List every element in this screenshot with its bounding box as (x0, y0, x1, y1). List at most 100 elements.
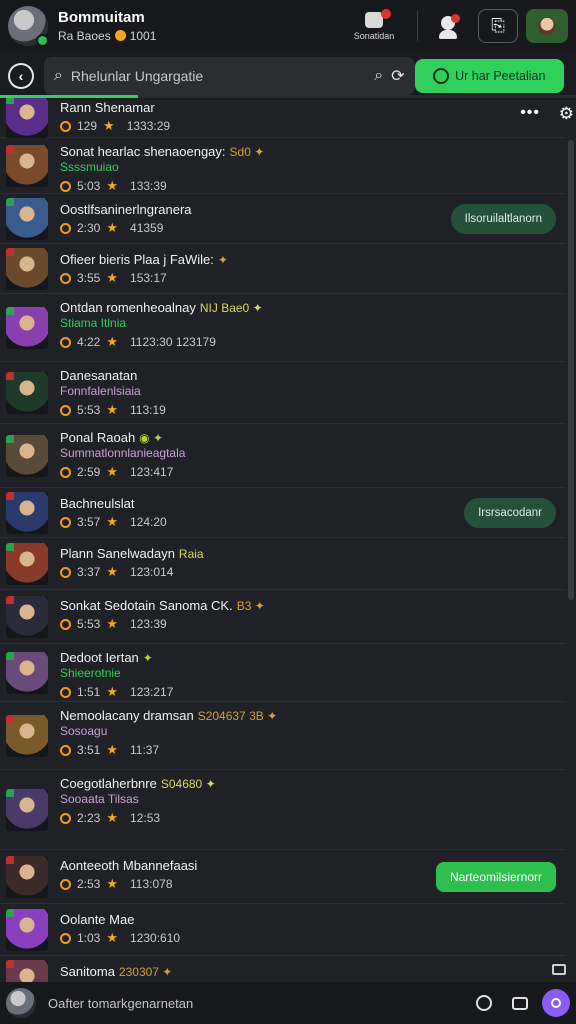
room-title: Plann Sanelwadayn Raia (60, 546, 204, 561)
room-title-text: Danesanatan (60, 368, 138, 383)
room-subtitle: Stiama Itlnia (60, 316, 127, 330)
room-row[interactable]: Rann Shenamar 129 ★ 1333:29 (0, 98, 566, 138)
room-row[interactable]: Danesanatan Fonnfalenlsiaia 5:53 ★ 113:19 (0, 362, 566, 424)
room-time: 41359 (130, 221, 164, 235)
room-title: Ofieer bieris Plaa j FaWile: ✦ (60, 252, 228, 267)
room-time: 113:078 (130, 877, 173, 891)
room-row[interactable]: Aonteeoth Mbannefaasi 2:53 ★ 113:078 Narteom… (0, 850, 566, 904)
players-icon (60, 744, 71, 756)
room-title-text: Sonkat Sedotain Sanoma CK. (60, 598, 233, 613)
room-title: Sonat hearlac shenaoengay: Sd0 ✦ (60, 144, 264, 159)
join-button[interactable]: Narteomilsiernorr (435, 862, 556, 892)
room-title-text: Oolante Mae (60, 912, 135, 927)
thumbnail-badge (6, 307, 14, 315)
room-tags: ✦ (217, 253, 228, 267)
room-thumbnail (6, 960, 48, 982)
room-thumbnail (6, 652, 48, 694)
players-icon (60, 932, 71, 944)
user-name: Bommuitam (58, 8, 145, 26)
room-title-text: Sonat hearlac shenaoengay: (60, 144, 226, 159)
star-icon: ★ (106, 514, 119, 529)
room-title-text: Ontdan romenheoalnay (60, 300, 196, 315)
room-thumbnail (6, 909, 48, 951)
room-row[interactable]: Coegotlaherbnre S04680 ✦ Sooaata Tilsas 2:2… (0, 770, 566, 850)
create-room-button[interactable]: Ur har Peetalian (414, 59, 564, 93)
thumbnail-badge (6, 789, 14, 797)
emoji-icon[interactable] (476, 995, 492, 1011)
room-title-text: Plann Sanelwadayn (60, 546, 175, 561)
join-button[interactable]: Irsrsacodanr (464, 498, 556, 528)
thumbnail-badge (6, 492, 14, 500)
user-info: Bommuitam Ra Baoes 1001 (58, 9, 156, 43)
room-tags: B3 ✦ (236, 599, 265, 613)
media-icon[interactable] (552, 964, 566, 975)
search-input[interactable] (70, 68, 367, 84)
star-icon: ★ (106, 616, 119, 631)
refresh-icon[interactable]: ⟳ (391, 66, 404, 86)
star-icon: ★ (106, 742, 119, 757)
room-stat: 5:53 (77, 403, 101, 417)
room-row[interactable]: Bachneulslat 3:57 ★ 124:20 Irsrsacodanr (0, 488, 566, 538)
thumbnail-badge (6, 543, 14, 551)
header-divider (417, 11, 418, 41)
players-icon (60, 222, 71, 234)
room-row[interactable]: Oostlfsaninerlngranera 2:30 ★ 41359 Ilsoruil… (0, 194, 566, 244)
star-icon: ★ (106, 930, 119, 945)
room-row[interactable]: Sonkat Sedotain Sanoma CK. B3 ✦ 5:53 ★ 123:3… (0, 590, 566, 644)
notifications-button[interactable]: Sonatidan (339, 4, 409, 48)
thumbnail-badge (6, 145, 14, 153)
room-stat: 3:57 (77, 515, 101, 529)
person-icon-body (439, 30, 457, 39)
room-row[interactable]: Oolante Mae 1:03 ★ 1230:610 (0, 904, 566, 956)
room-row[interactable]: Ponal Raoah ◉ ✦ Summatlonnlanieagtala 2:59 ★… (0, 424, 566, 488)
room-tags: ◉ ✦ (139, 431, 164, 445)
friends-button[interactable] (426, 8, 470, 44)
room-stats: 3:55 ★ 153:17 (60, 270, 167, 286)
composer-avatar (6, 988, 36, 1018)
profile-button[interactable] (526, 9, 568, 43)
room-row[interactable]: Ofieer bieris Plaa j FaWile: ✦ 3:55 ★ 153:17 (0, 244, 566, 294)
room-row[interactable]: Sonat hearlac shenaoengay: Sd0 ✦ Ssssmuiao… (0, 138, 566, 194)
thumbnail-badge (6, 372, 14, 380)
notifications-label: Sonatidan (353, 30, 395, 41)
room-stats: 5:03 ★ 133:39 (60, 178, 167, 194)
star-icon: ★ (106, 684, 119, 699)
send-button[interactable] (542, 989, 570, 1017)
more-options-icon[interactable]: ••• (520, 104, 540, 122)
scrollbar[interactable] (568, 140, 574, 600)
share-button[interactable]: ⎘ (478, 9, 518, 43)
join-button[interactable]: Ilsoruilaltlanorn (450, 204, 556, 234)
room-row[interactable]: Plann Sanelwadayn Raia 3:37 ★ 123:014 (0, 538, 566, 590)
room-title: Oolante Mae (60, 912, 134, 927)
search-submit-icon[interactable]: ⌕ (374, 67, 383, 85)
room-stat: 1:03 (77, 931, 101, 945)
room-row[interactable]: Nemoolacany dramsan S204637 3B ✦ Sosoagu 3:… (0, 702, 566, 770)
room-stats: 5:53 ★ 113:19 (60, 402, 166, 418)
room-time: 11:37 (130, 743, 160, 757)
room-title: Aonteeoth Mbannefaasi (60, 858, 197, 873)
room-row[interactable]: Ontdan romenheoalnay NIJ Bae0 ✦ Stiama Itl… (0, 294, 566, 362)
image-icon[interactable] (512, 996, 528, 1010)
room-row[interactable]: Dedoot Iertan ✦ Shieerotnie 1:51 ★ 123:217 (0, 644, 566, 702)
room-row[interactable]: Sanitoma 230307 ✦ (0, 956, 566, 982)
room-stats: 1:03 ★ 1230:610 (60, 930, 180, 946)
star-icon: ★ (106, 876, 119, 891)
room-tags: Raia (178, 547, 204, 561)
room-title-text: Aonteeoth Mbannefaasi (60, 858, 198, 873)
players-icon (60, 120, 71, 132)
thumbnail-badge (6, 856, 14, 864)
room-thumbnail (6, 98, 48, 138)
back-button[interactable]: ‹ (8, 63, 34, 89)
message-input[interactable] (48, 995, 448, 1011)
settings-icon[interactable]: ⚙ (559, 104, 574, 124)
user-avatar[interactable] (8, 6, 49, 47)
room-title-text: Dedoot Iertan (60, 650, 139, 665)
room-time: 123:39 (130, 617, 167, 631)
star-icon: ★ (106, 402, 119, 417)
room-stat: 3:37 (77, 565, 101, 579)
room-time: 123:217 (130, 685, 174, 699)
room-thumbnail (6, 492, 48, 534)
room-title: Danesanatan (60, 368, 137, 383)
room-time: 123:417 (130, 465, 174, 479)
search-box[interactable]: ⌕ ⌕ ⟳ (43, 57, 415, 95)
